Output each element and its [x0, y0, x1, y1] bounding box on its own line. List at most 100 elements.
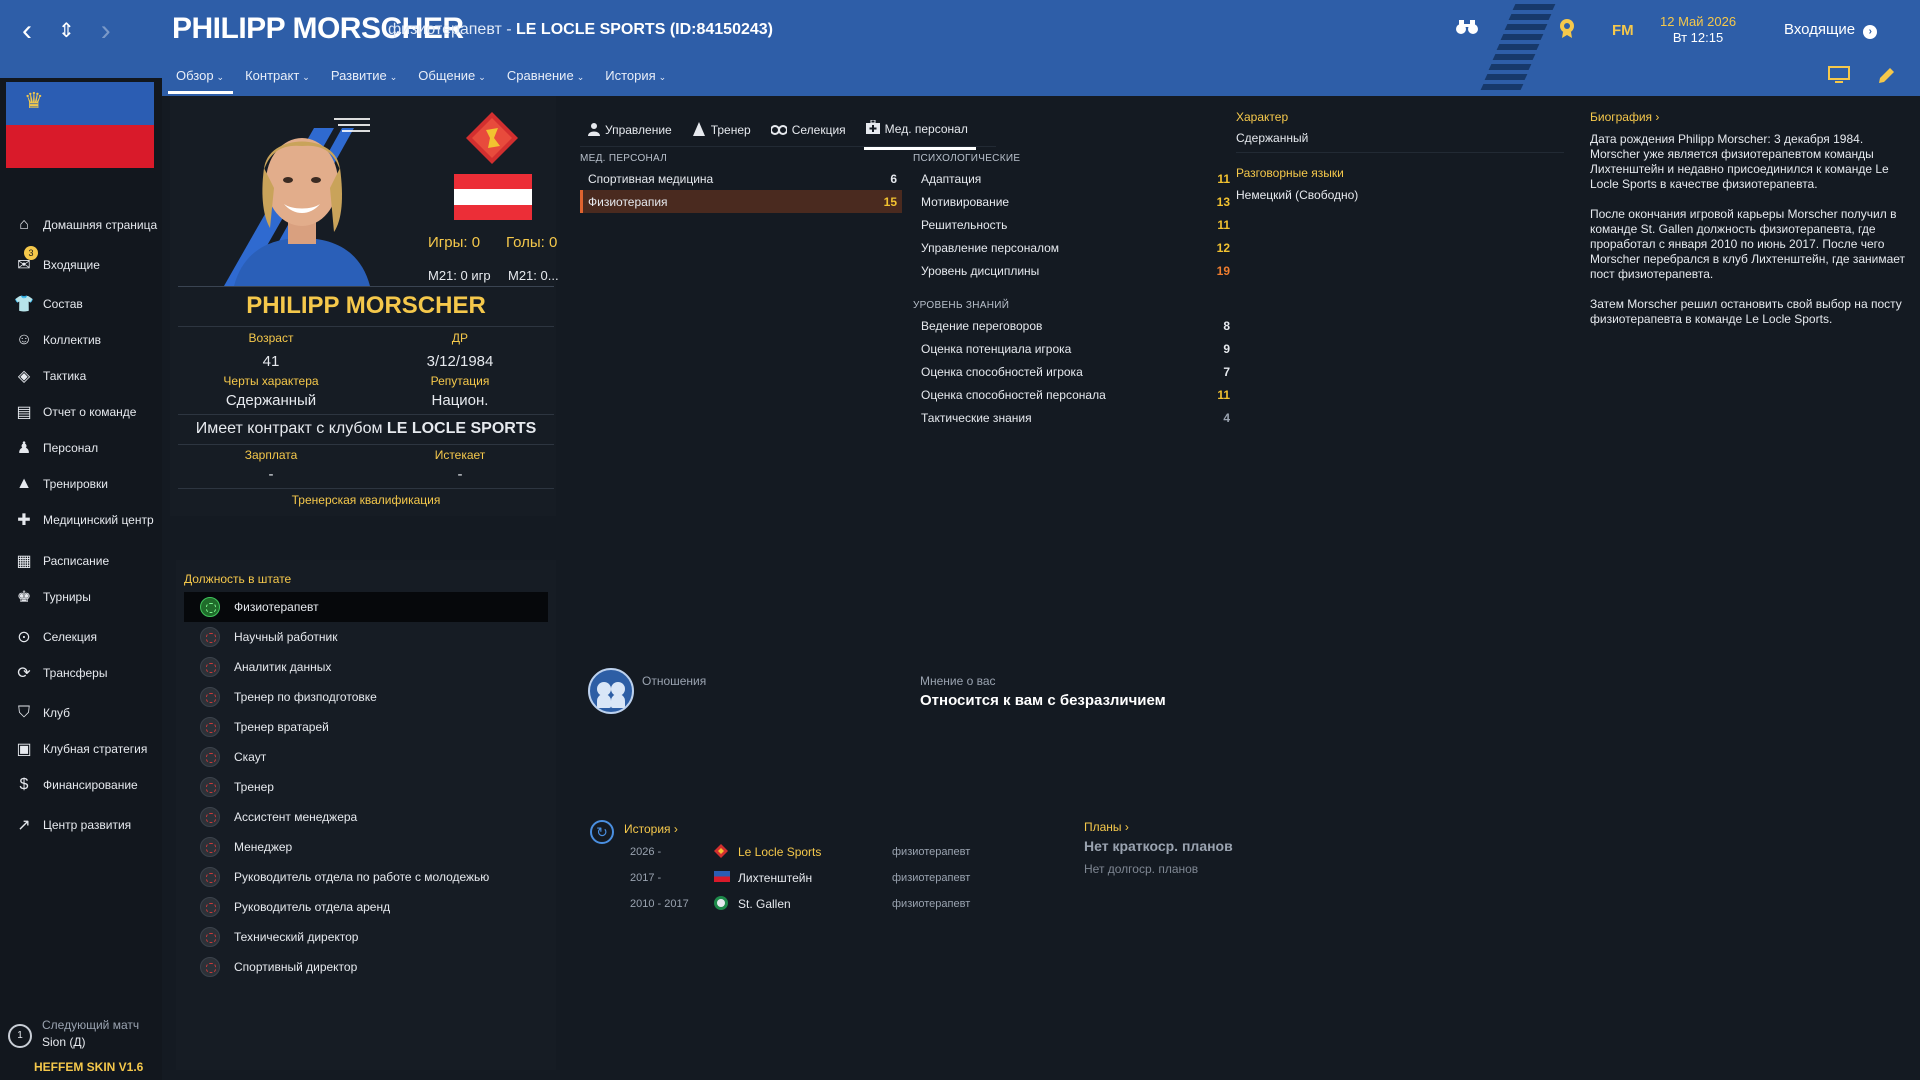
tab-development[interactable]: Развитие ⌄ — [323, 62, 406, 94]
attribute-value: 9 — [1223, 341, 1230, 356]
staff-role-row[interactable]: Аналитик данных — [184, 652, 548, 682]
sidebar-item-home[interactable]: ⌂ Домашняя страница — [0, 210, 162, 240]
history-link[interactable]: История › — [624, 822, 678, 836]
award-icon[interactable] — [1558, 18, 1576, 44]
staff-role-row[interactable]: Скаут — [184, 742, 548, 772]
attribute-row[interactable]: Мотивирование 13 — [913, 190, 1235, 213]
contract-club[interactable]: LE LOCLE SPORTS — [387, 420, 536, 437]
relationships-icon[interactable] — [588, 668, 634, 714]
sidebar-item-cone[interactable]: ▲ Тренировки — [0, 469, 162, 499]
pencil-icon[interactable] — [1876, 66, 1896, 91]
tactics-icon: ◈ — [17, 368, 31, 385]
sidebar-item-inbox[interactable]: ✉ 3 Входящие — [0, 246, 162, 280]
biography-link[interactable]: Биография › — [1590, 110, 1659, 124]
plans-link[interactable]: Планы › — [1084, 820, 1129, 834]
continue-inbox-button[interactable]: Входящие › — [1784, 21, 1878, 39]
history-club[interactable]: St. Gallen — [738, 897, 892, 911]
sidebar-item-label: Турниры — [43, 590, 91, 604]
history-club[interactable]: Лихтенштейн — [738, 871, 892, 885]
attribute-value: 13 — [1216, 194, 1230, 209]
chevron-down-icon: ⌄ — [216, 72, 225, 82]
role-suitability-icon — [200, 837, 220, 857]
attribute-row[interactable]: Оценка потенциала игрока 9 — [913, 337, 1235, 360]
attribute-row[interactable]: Уровень дисциплины 19 — [913, 259, 1235, 282]
sidebar-item-shield[interactable]: ⛉ Клуб — [0, 698, 162, 728]
attribute-value: 15 — [883, 194, 897, 209]
tab-compare[interactable]: Сравнение ⌄ — [499, 62, 593, 94]
attribute-row[interactable]: Физиотерапия 15 — [580, 190, 902, 213]
staff-role-row[interactable]: Тренер вратарей — [184, 712, 548, 742]
staff-role-row[interactable]: Технический директор — [184, 922, 548, 952]
tab-interaction[interactable]: Общение ⌄ — [410, 62, 495, 94]
attribute-value: 11 — [1217, 171, 1230, 186]
staff-role-label: Ассистент менеджера — [234, 810, 358, 824]
subtitle-club[interactable]: LE LOCLE SPORTS (ID:84150243) — [516, 21, 773, 38]
le-locle-badge-icon[interactable] — [464, 110, 520, 166]
game-date[interactable]: 12 Май 2026 Вт 12:15 — [1660, 14, 1736, 46]
tab-history[interactable]: История ⌄ — [597, 62, 675, 94]
sidebar-item-label: Отчет о команде — [43, 405, 137, 419]
next-match-counter: 1 — [8, 1024, 32, 1048]
attribute-row[interactable]: Решительность 11 — [913, 213, 1235, 236]
tab-overview[interactable]: Обзор ⌄ — [168, 62, 234, 94]
staff-icon: ♟ — [16, 440, 32, 457]
subtab-scouting[interactable]: Селекция — [769, 116, 848, 150]
sidebar-item-medical[interactable]: ✚ Медицинский центр — [0, 505, 162, 535]
sidebar-item-binoculars[interactable]: ⊙ Селекция — [0, 622, 162, 652]
sidebar-item-tactics[interactable]: ◈ Тактика — [0, 361, 162, 391]
sidebar-item-label: Коллектив — [43, 333, 102, 347]
sidebar-item-briefcase[interactable]: ▣ Клубная стратегия — [0, 734, 162, 764]
forward-arrow-icon[interactable]: › — [101, 14, 111, 48]
staff-role-row[interactable]: Спортивный директор — [184, 952, 548, 982]
staff-role-row[interactable]: Научный работник — [184, 622, 548, 652]
top-bar: ‹ ⇕ › PHILIPP MORSCHER физиотерапевт - L… — [0, 0, 1920, 96]
sidebar-item-label: Трансферы — [43, 666, 108, 680]
subtab-medical[interactable]: Мед. персонал — [863, 116, 976, 150]
up-down-arrows-icon[interactable]: ⇕ — [58, 14, 75, 48]
sidebar-item-growth[interactable]: ↗ Центр развития — [0, 810, 162, 840]
attribute-row[interactable]: Ведение переговоров 8 — [913, 314, 1235, 337]
attribute-row[interactable]: Адаптация 11 — [913, 167, 1235, 190]
attribute-row[interactable]: Спортивная медицина 6 — [580, 167, 902, 190]
bio-paragraph: Затем Morscher решил остановить свой выб… — [1590, 297, 1902, 326]
staff-role-row[interactable]: Ассистент менеджера — [184, 802, 548, 832]
sidebar-item-shirt[interactable]: 👕 Состав — [0, 289, 162, 319]
coaching-qualification-link[interactable]: Тренерская квалификация — [178, 493, 554, 507]
subtab-coach[interactable]: Тренер — [690, 116, 753, 150]
staff-role-row[interactable]: Руководитель отдела аренд — [184, 892, 548, 922]
sidebar-item-trophy[interactable]: ♚ Турниры — [0, 582, 162, 612]
staff-role-row[interactable]: Менеджер — [184, 832, 548, 862]
attribute-row[interactable]: Оценка способностей игрока 7 — [913, 360, 1235, 383]
staff-role-row[interactable]: Тренер — [184, 772, 548, 802]
staff-role-row[interactable]: Физиотерапевт — [184, 592, 548, 622]
staff-role-row[interactable]: Тренер по физподготовке — [184, 682, 548, 712]
staff-roles-title: Должность в штате — [184, 572, 292, 586]
binoculars-icon[interactable] — [1456, 18, 1478, 41]
attribute-row[interactable]: Управление персоналом 12 — [913, 236, 1235, 259]
history-title: История — [624, 822, 671, 836]
fm-logo[interactable]: FM — [1612, 22, 1634, 39]
st-gallen-badge-icon — [714, 895, 738, 913]
reputation-label: Репутация — [430, 374, 490, 388]
sidebar-item-staff[interactable]: ♟ Персонал — [0, 433, 162, 463]
subtab-management[interactable]: Управление — [586, 116, 674, 150]
sidebar-item-money[interactable]: $ Финансирование — [0, 770, 162, 800]
attribute-row[interactable]: Тактические знания 4 — [913, 406, 1235, 429]
back-arrow-icon[interactable]: ‹ — [22, 14, 32, 48]
staff-role-row[interactable]: Руководитель отдела по работе с молодежь… — [184, 862, 548, 892]
screen-icon[interactable] — [1828, 66, 1850, 89]
staff-role-label: Научный работник — [234, 630, 338, 644]
goals-count: Голы: 0 — [506, 234, 558, 251]
liechtenstein-flag[interactable]: ♛ — [6, 82, 154, 168]
sidebar-item-report[interactable]: ▤ Отчет о команде — [0, 397, 162, 427]
attribute-row[interactable]: Оценка способностей персонала 11 — [913, 383, 1235, 406]
staff-role-label: Скаут — [234, 750, 267, 764]
sidebar-item-brain[interactable]: ☺ Коллектив — [0, 325, 162, 355]
sidebar-item-transfer[interactable]: ⟳ Трансферы — [0, 658, 162, 688]
medical-kit-icon — [865, 119, 880, 137]
sidebar-item-calendar[interactable]: ▦ Расписание — [0, 546, 162, 576]
tab-contract[interactable]: Контракт ⌄ — [237, 62, 319, 94]
main-tabs: Обзор ⌄ Контракт ⌄ Развитие ⌄ Общение ⌄ Срав… — [168, 62, 675, 94]
traits-label: Черты характера — [223, 374, 319, 388]
history-club[interactable]: Le Locle Sports — [738, 845, 892, 859]
